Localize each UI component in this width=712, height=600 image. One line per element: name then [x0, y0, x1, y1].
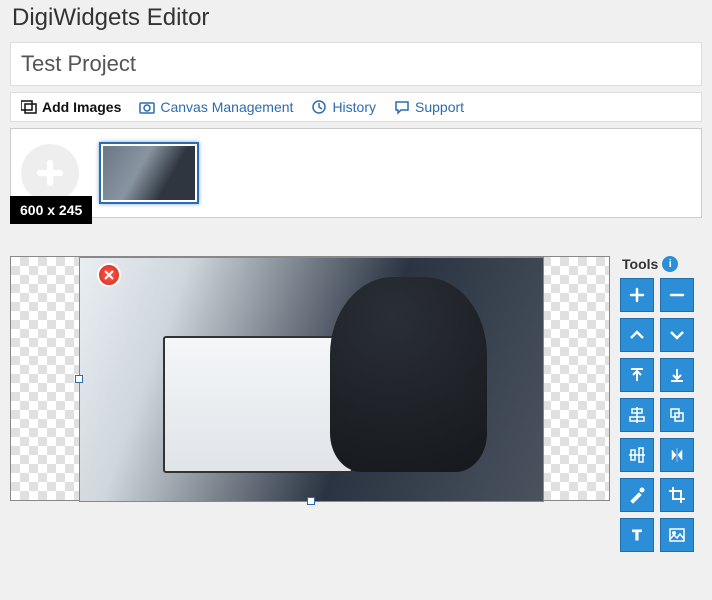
support-button[interactable]: Support — [394, 99, 464, 115]
zoom-in-button[interactable] — [620, 278, 654, 312]
chevron-down-icon — [668, 326, 686, 344]
image-thumbnail[interactable] — [99, 142, 199, 204]
chat-icon — [394, 99, 410, 115]
crop-icon — [668, 486, 686, 504]
canvas-management-button[interactable]: Canvas Management — [139, 99, 293, 115]
bring-front-button[interactable] — [620, 358, 654, 392]
plus-icon — [628, 286, 646, 304]
layer-down-button[interactable] — [660, 318, 694, 352]
add-images-button[interactable]: Add Images — [21, 99, 121, 115]
chevron-up-icon — [628, 326, 646, 344]
flip-h-icon — [668, 446, 686, 464]
images-icon — [21, 99, 37, 115]
history-button[interactable]: History — [311, 99, 376, 115]
brush-button[interactable] — [620, 478, 654, 512]
support-label: Support — [415, 99, 464, 115]
history-icon — [311, 99, 327, 115]
delete-layer-button[interactable] — [97, 263, 121, 287]
rotate-icon — [668, 406, 686, 424]
align-center-v-icon — [628, 446, 646, 464]
svg-text:T: T — [632, 527, 641, 544]
text-button[interactable]: T — [620, 518, 654, 552]
canvas-management-label: Canvas Management — [160, 99, 293, 115]
align-center-h-icon — [628, 406, 646, 424]
canvas-size-label: 600 x 245 — [10, 196, 92, 224]
thumbnail-strip — [10, 128, 702, 218]
project-name-input[interactable]: Test Project — [10, 42, 702, 86]
canvas-image-layer[interactable] — [79, 257, 544, 502]
image-button[interactable] — [660, 518, 694, 552]
rotate-button[interactable] — [660, 398, 694, 432]
tools-panel: Tools i T — [620, 256, 700, 552]
minus-icon — [668, 286, 686, 304]
image-icon — [668, 526, 686, 544]
brush-icon — [628, 486, 646, 504]
crop-button[interactable] — [660, 478, 694, 512]
main-toolbar: Add Images Canvas Management History Sup… — [10, 92, 702, 122]
zoom-out-button[interactable] — [660, 278, 694, 312]
align-center-h-button[interactable] — [620, 398, 654, 432]
editor-title: DigiWidgets Editor — [0, 0, 712, 42]
text-icon: T — [628, 526, 646, 544]
tools-title: Tools — [622, 256, 658, 272]
thumbnail-preview — [103, 146, 195, 200]
add-image-thumb[interactable] — [21, 144, 79, 202]
info-icon[interactable]: i — [662, 256, 678, 272]
add-images-label: Add Images — [42, 99, 121, 115]
to-top-icon — [628, 366, 646, 384]
canvas[interactable] — [10, 256, 610, 501]
selection-handle-bottom[interactable] — [307, 497, 315, 505]
camera-icon — [139, 99, 155, 115]
workspace: 600 x 245 Tools i T — [10, 226, 702, 552]
selection-handle-left[interactable] — [75, 375, 83, 383]
to-bottom-icon — [668, 366, 686, 384]
history-label: History — [332, 99, 376, 115]
align-center-v-button[interactable] — [620, 438, 654, 472]
flip-horizontal-button[interactable] — [660, 438, 694, 472]
layer-up-button[interactable] — [620, 318, 654, 352]
send-back-button[interactable] — [660, 358, 694, 392]
